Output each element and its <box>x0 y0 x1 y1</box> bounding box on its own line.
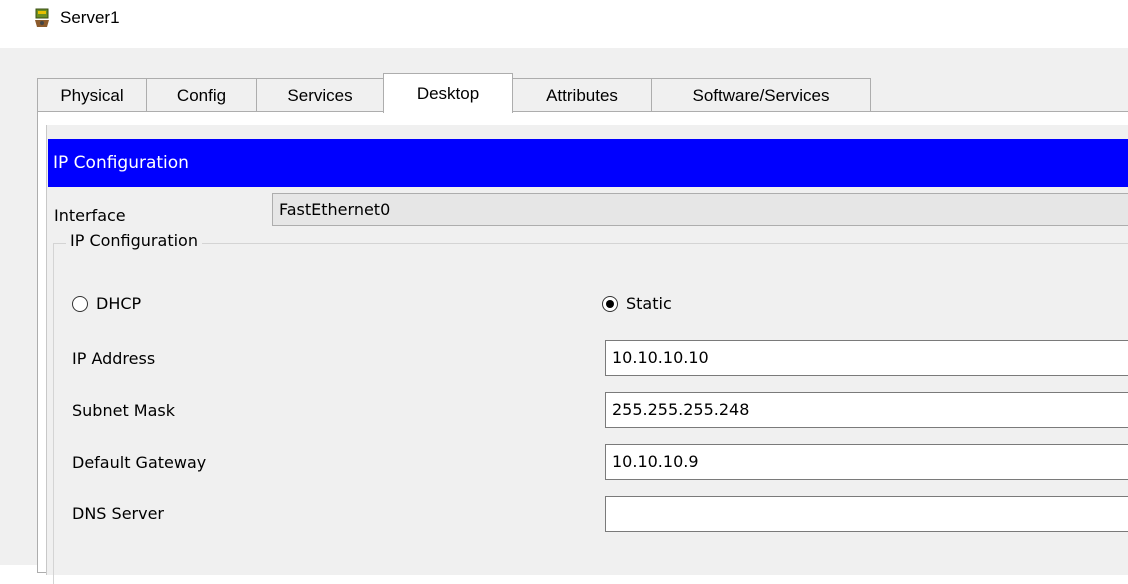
interface-label: Interface <box>54 206 126 225</box>
tab-desktop[interactable]: Desktop <box>383 73 513 113</box>
ip-configuration-window: IP Configuration FastEthernet0 IP Config… <box>46 125 1128 584</box>
static-radio[interactable]: Static <box>602 294 672 313</box>
interface-select[interactable]: FastEthernet0 <box>272 193 1128 226</box>
ip-configuration-group: IP Configuration DHCP Static IP Address … <box>53 231 1128 584</box>
dhcp-label: DHCP <box>96 294 142 313</box>
ip-address-input[interactable]: 10.10.10.10 <box>605 340 1128 376</box>
dns-server-label: DNS Server <box>72 504 164 523</box>
ip-configuration-group-title: IP Configuration <box>66 231 202 250</box>
subnet-mask-input[interactable]: 255.255.255.248 <box>605 392 1128 428</box>
default-gateway-input[interactable]: 10.10.10.9 <box>605 444 1128 480</box>
tab-software-services[interactable]: Software/Services <box>651 78 871 112</box>
dns-server-input[interactable] <box>605 496 1128 532</box>
tab-services[interactable]: Services <box>256 78 384 112</box>
desktop-panel: IP Configuration FastEthernet0 IP Config… <box>37 111 1128 584</box>
dhcp-radio[interactable]: DHCP <box>72 294 141 313</box>
title-bar: Server1 <box>0 0 1128 48</box>
device-window: Physical Config Services Desktop Attribu… <box>0 48 1128 584</box>
static-radio-circle[interactable] <box>602 295 618 312</box>
subnet-mask-label: Subnet Mask <box>72 401 176 420</box>
dhcp-radio-circle[interactable] <box>72 295 88 312</box>
static-label: Static <box>626 294 672 313</box>
tab-attributes[interactable]: Attributes <box>512 78 652 112</box>
tab-bar: Physical Config Services Desktop Attribu… <box>37 73 871 113</box>
default-gateway-label: Default Gateway <box>72 453 207 472</box>
tab-physical[interactable]: Physical <box>37 78 147 112</box>
tab-config[interactable]: Config <box>146 78 257 112</box>
server-icon <box>35 8 49 27</box>
ip-configuration-header: IP Configuration <box>48 139 1128 187</box>
window-title: Server1 <box>60 8 120 27</box>
ip-address-label: IP Address <box>72 349 156 368</box>
